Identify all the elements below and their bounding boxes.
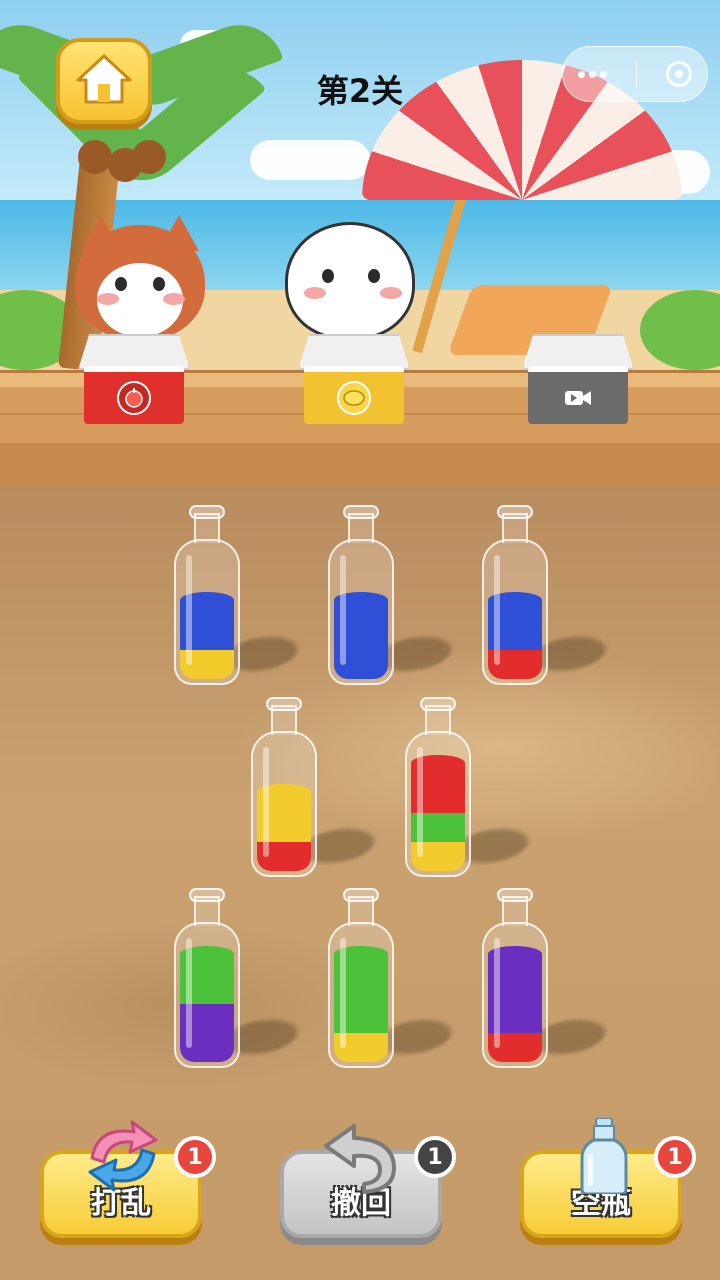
white-cat-character: [285, 222, 415, 340]
bottle-shine: [186, 938, 192, 1048]
bottle-shine: [494, 555, 500, 665]
bottle-glass: [174, 539, 240, 685]
apple-collection-box[interactable]: [78, 334, 190, 426]
undo-count-badge: 1: [414, 1136, 456, 1178]
bottle-shine: [340, 938, 346, 1048]
bottle[interactable]: [328, 888, 460, 1068]
empty-bottle-count-badge: 1: [654, 1136, 696, 1178]
bottle-glass: [251, 731, 317, 877]
bottle[interactable]: [482, 888, 614, 1068]
shiba-dog-character: [75, 215, 205, 340]
bottle[interactable]: [405, 697, 537, 877]
undo-arrow-icon: [318, 1118, 408, 1194]
lemon-collection-box[interactable]: [298, 334, 410, 426]
bottle-glass: [174, 922, 240, 1068]
bottle-glass: [482, 539, 548, 685]
shuffle-count-badge: 1: [174, 1136, 216, 1178]
bottle-lip: [343, 505, 379, 519]
bottle-glass: [482, 922, 548, 1068]
bottle-shine: [494, 938, 500, 1048]
shuffle-arrows-icon: [78, 1118, 168, 1194]
bottle-shine: [186, 555, 192, 665]
bottle-shine: [263, 747, 269, 857]
bottle-lip: [420, 697, 456, 711]
bottle-glass: [405, 731, 471, 877]
empty-bottle-button[interactable]: 空瓶 1: [520, 1117, 696, 1238]
bottle-lip: [189, 505, 225, 519]
bottle-lip: [266, 697, 302, 711]
empty-bottle-icon: [558, 1117, 648, 1196]
capsule-divider: [635, 60, 637, 88]
bottle-glass: [328, 922, 394, 1068]
lemon-icon: [337, 381, 371, 415]
shuffle-button[interactable]: 打乱 1: [40, 1120, 216, 1238]
more-options-icon[interactable]: [577, 70, 607, 78]
bottle[interactable]: [328, 505, 460, 685]
bottle[interactable]: [482, 505, 614, 685]
undo-button[interactable]: 撤回 1: [280, 1124, 456, 1238]
bottle-lip: [343, 888, 379, 902]
bottle-lip: [497, 505, 533, 519]
mini-program-capsule[interactable]: [562, 46, 708, 102]
bottle-lip: [189, 888, 225, 902]
locked-video-box[interactable]: [522, 334, 634, 426]
bottle-lip: [497, 888, 533, 902]
bottle-shine: [417, 747, 423, 857]
apple-icon: [117, 381, 151, 415]
bottle-glass: [328, 539, 394, 685]
cloud: [250, 140, 370, 180]
bottle[interactable]: [251, 697, 383, 877]
video-icon: [561, 381, 595, 415]
close-target-icon[interactable]: [666, 61, 693, 87]
bottle-shine: [340, 555, 346, 665]
bottle[interactable]: [174, 505, 306, 685]
bottle[interactable]: [174, 888, 306, 1068]
